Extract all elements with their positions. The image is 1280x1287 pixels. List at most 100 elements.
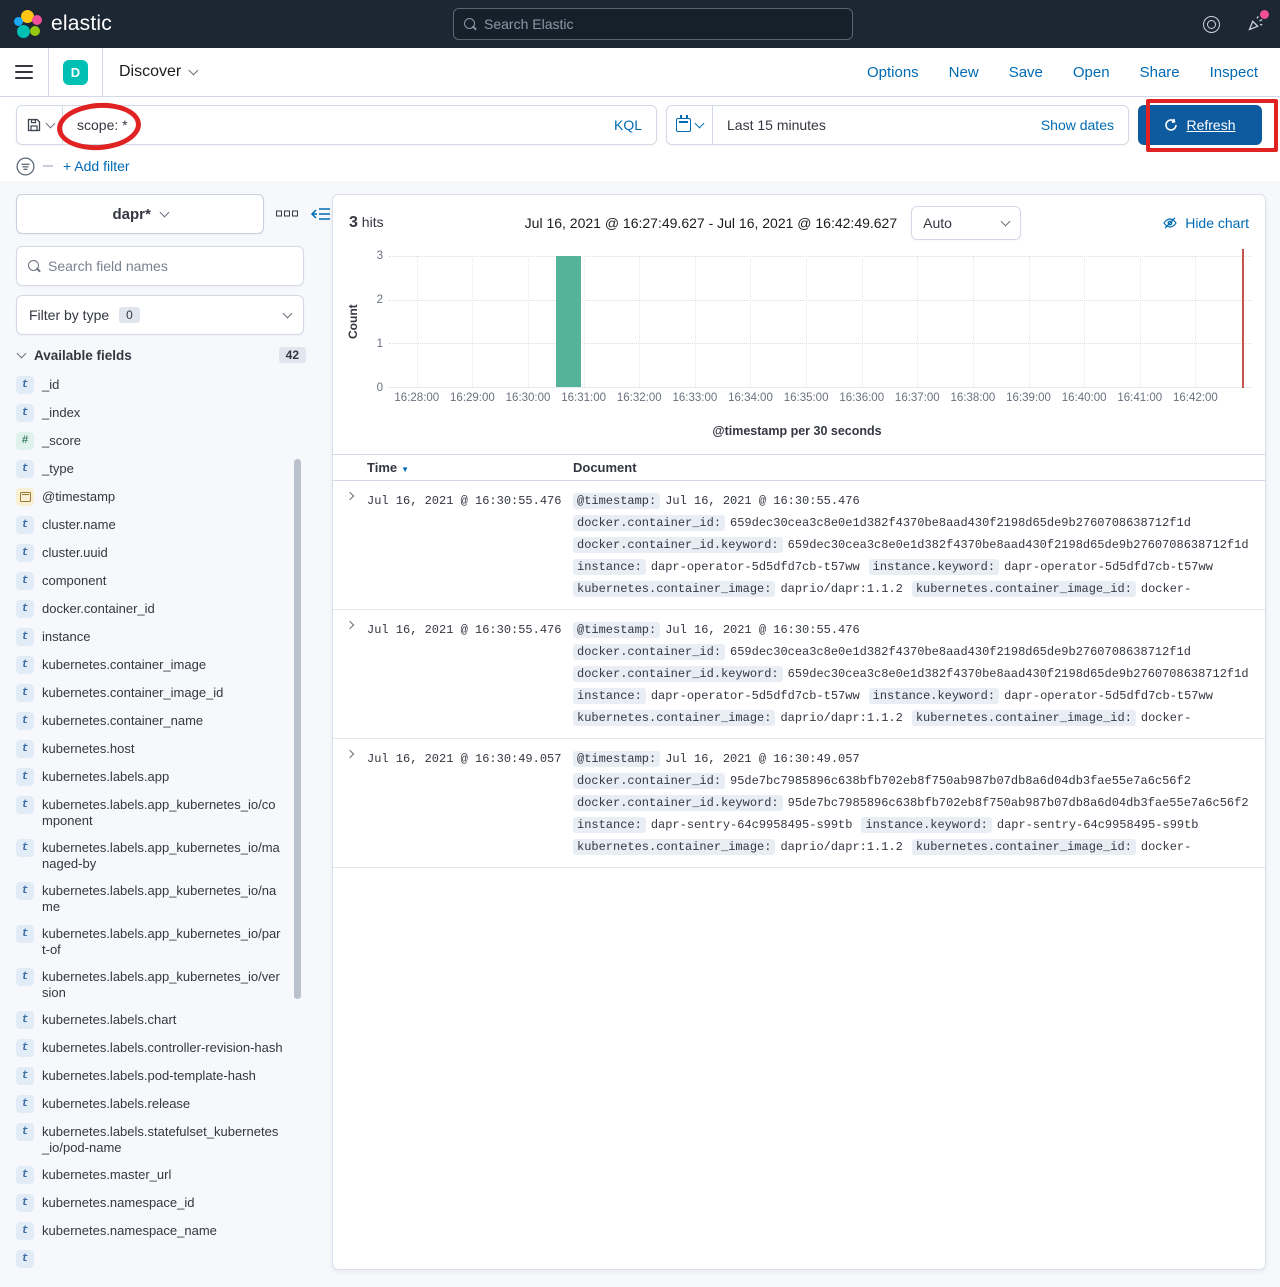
query-language-button[interactable]: KQL	[600, 117, 656, 133]
menu-inspect[interactable]: Inspect	[1210, 64, 1258, 81]
doc-field-pair: instance:dapr-operator-5d5dfd7cb-t57ww	[573, 557, 860, 573]
expand-row-icon[interactable]	[346, 750, 354, 758]
refresh-button[interactable]: Refresh	[1138, 105, 1262, 145]
field-item[interactable]: t_index	[16, 399, 284, 427]
field-name: _id	[42, 376, 59, 393]
field-settings-icon[interactable]	[276, 210, 297, 218]
doc-line: instance:dapr-operator-5d5dfd7cb-t57wwin…	[573, 686, 1258, 703]
text-field-icon: t	[16, 768, 34, 786]
doc-field-pair: kubernetes.container_image_id:docker-	[912, 837, 1191, 853]
global-search-input[interactable]	[484, 16, 842, 32]
menu-new[interactable]: New	[949, 64, 979, 81]
menu-save[interactable]: Save	[1009, 64, 1043, 81]
sidebar-scrollbar[interactable]	[294, 459, 301, 999]
hits-count: 3 hits	[349, 214, 384, 232]
collapse-sidebar-icon[interactable]	[310, 206, 330, 222]
time-range-value[interactable]: Last 15 minutes	[713, 117, 1027, 133]
text-field-icon: t	[16, 712, 34, 730]
field-item[interactable]: tkubernetes.labels.app	[16, 763, 284, 791]
field-item[interactable]: tkubernetes.labels.statefulset_kubernete…	[16, 1118, 284, 1161]
histogram-bar[interactable]	[556, 256, 582, 387]
doc-field-value: dapr-operator-5d5dfd7cb-t57ww	[1004, 689, 1213, 703]
field-item[interactable]: tkubernetes.host	[16, 735, 284, 763]
text-field-icon: t	[16, 882, 34, 900]
help-icon[interactable]	[1203, 16, 1220, 33]
space-selector[interactable]: D	[49, 48, 103, 96]
show-dates-button[interactable]: Show dates	[1027, 117, 1128, 133]
available-fields-header[interactable]: Available fields 42	[18, 347, 306, 363]
field-item[interactable]: tcluster.uuid	[16, 539, 284, 567]
field-item[interactable]: tkubernetes.container_image_id	[16, 679, 284, 707]
chart-plot[interactable]	[389, 256, 1251, 388]
doc-field-key: instance.keyword:	[869, 559, 999, 575]
x-tick-label: 16:34:00	[728, 392, 773, 404]
fields-sidebar: dapr* Filter by type 0 Available fi	[0, 181, 330, 1287]
doc-line: docker.container_id.keyword:95de7bc79858…	[573, 793, 1258, 810]
x-tick-label: 16:31:00	[561, 392, 606, 404]
menu-hamburger-icon[interactable]	[0, 48, 49, 96]
field-item[interactable]: tkubernetes.labels.app_kubernetes_io/par…	[16, 920, 284, 963]
field-item[interactable]: tinstance	[16, 623, 284, 651]
field-item[interactable]: t kubernetes.container_name	[16, 707, 284, 735]
field-search[interactable]	[16, 246, 304, 286]
field-item[interactable]: t_id	[16, 371, 284, 399]
elastic-brand[interactable]: elastic	[0, 10, 112, 38]
query-input[interactable]	[63, 117, 600, 133]
field-search-input[interactable]	[48, 258, 292, 274]
menu-options[interactable]: Options	[867, 64, 919, 81]
field-item[interactable]: tkubernetes.labels.app_kubernetes_io/man…	[16, 834, 284, 877]
field-name: kubernetes.container_name	[42, 712, 203, 729]
field-item[interactable]: tkubernetes.labels.chart	[16, 1006, 284, 1034]
global-search[interactable]	[453, 8, 853, 40]
breadcrumb[interactable]: Discover	[103, 63, 197, 81]
text-field-icon: t	[16, 628, 34, 646]
text-field-icon: t	[16, 796, 34, 814]
doc-field-value: Jul 16, 2021 @ 16:30:49.057	[665, 752, 859, 766]
field-item[interactable]: tdocker.container_id	[16, 595, 284, 623]
interval-select[interactable]: Auto	[911, 206, 1021, 240]
text-field-icon: t	[16, 684, 34, 702]
field-item[interactable]: tkubernetes.namespace_name	[16, 1217, 284, 1245]
field-item[interactable]: tcomponent	[16, 567, 284, 595]
field-item[interactable]: t	[16, 1245, 284, 1273]
field-item[interactable]: t_type	[16, 455, 284, 483]
x-tick-label: 16:30:00	[506, 392, 551, 404]
y-tick-label: 3	[377, 250, 383, 262]
gridline	[1195, 256, 1196, 387]
menu-share[interactable]: Share	[1140, 64, 1180, 81]
saved-query-button[interactable]	[17, 106, 63, 144]
expand-row-icon[interactable]	[346, 492, 354, 500]
menu-open[interactable]: Open	[1073, 64, 1110, 81]
space-avatar[interactable]: D	[63, 60, 88, 85]
chevron-down-icon	[45, 119, 55, 129]
field-item[interactable]: t kubernetes.labels.app_kubernetes_io/nam…	[16, 877, 284, 920]
field-item[interactable]: tcluster.name	[16, 511, 284, 539]
index-pattern-select[interactable]: dapr*	[16, 194, 264, 234]
field-item[interactable]: tkubernetes.labels.release	[16, 1090, 284, 1118]
field-item[interactable]: tkubernetes.labels.pod-template-hash	[16, 1062, 284, 1090]
doc-field-value: dapr-operator-5d5dfd7cb-t57ww	[1004, 560, 1213, 574]
doc-field-value: daprio/dapr:1.1.2	[780, 840, 902, 854]
field-item[interactable]: #_score	[16, 427, 284, 455]
column-time[interactable]: Time▼	[367, 460, 573, 475]
field-item[interactable]: tkubernetes.labels.controller-revision-h…	[16, 1034, 284, 1062]
field-item[interactable]: tkubernetes.container_image	[16, 651, 284, 679]
filter-icon[interactable]	[16, 157, 35, 176]
doc-line: docker.container_id.keyword:659dec30cea3…	[573, 664, 1258, 681]
chevron-down-icon	[283, 309, 293, 319]
doc-line: kubernetes.container_image:daprio/dapr:1…	[573, 708, 1258, 725]
field-item[interactable]: tkubernetes.master_url	[16, 1161, 284, 1189]
field-item[interactable]: tkubernetes.namespace_id	[16, 1189, 284, 1217]
filter-by-type-select[interactable]: Filter by type 0	[16, 295, 304, 335]
field-name: kubernetes.labels.app_kubernetes_io/name	[42, 882, 284, 915]
field-item[interactable]: tkubernetes.labels.app_kubernetes_io/com…	[16, 791, 284, 834]
field-item[interactable]: tkubernetes.labels.app_kubernetes_io/ver…	[16, 963, 284, 1006]
newsfeed-icon[interactable]	[1246, 14, 1266, 34]
hide-chart-button[interactable]: Hide chart	[1162, 215, 1249, 231]
expand-row-icon[interactable]	[346, 621, 354, 629]
add-filter-button[interactable]: + Add filter	[63, 158, 130, 174]
field-item[interactable]: @timestamp	[16, 483, 284, 511]
date-quick-select-button[interactable]	[667, 106, 713, 144]
elastic-logo-icon	[14, 10, 42, 38]
row-document: @timestamp:Jul 16, 2021 @ 16:30:49.057do…	[573, 749, 1266, 859]
